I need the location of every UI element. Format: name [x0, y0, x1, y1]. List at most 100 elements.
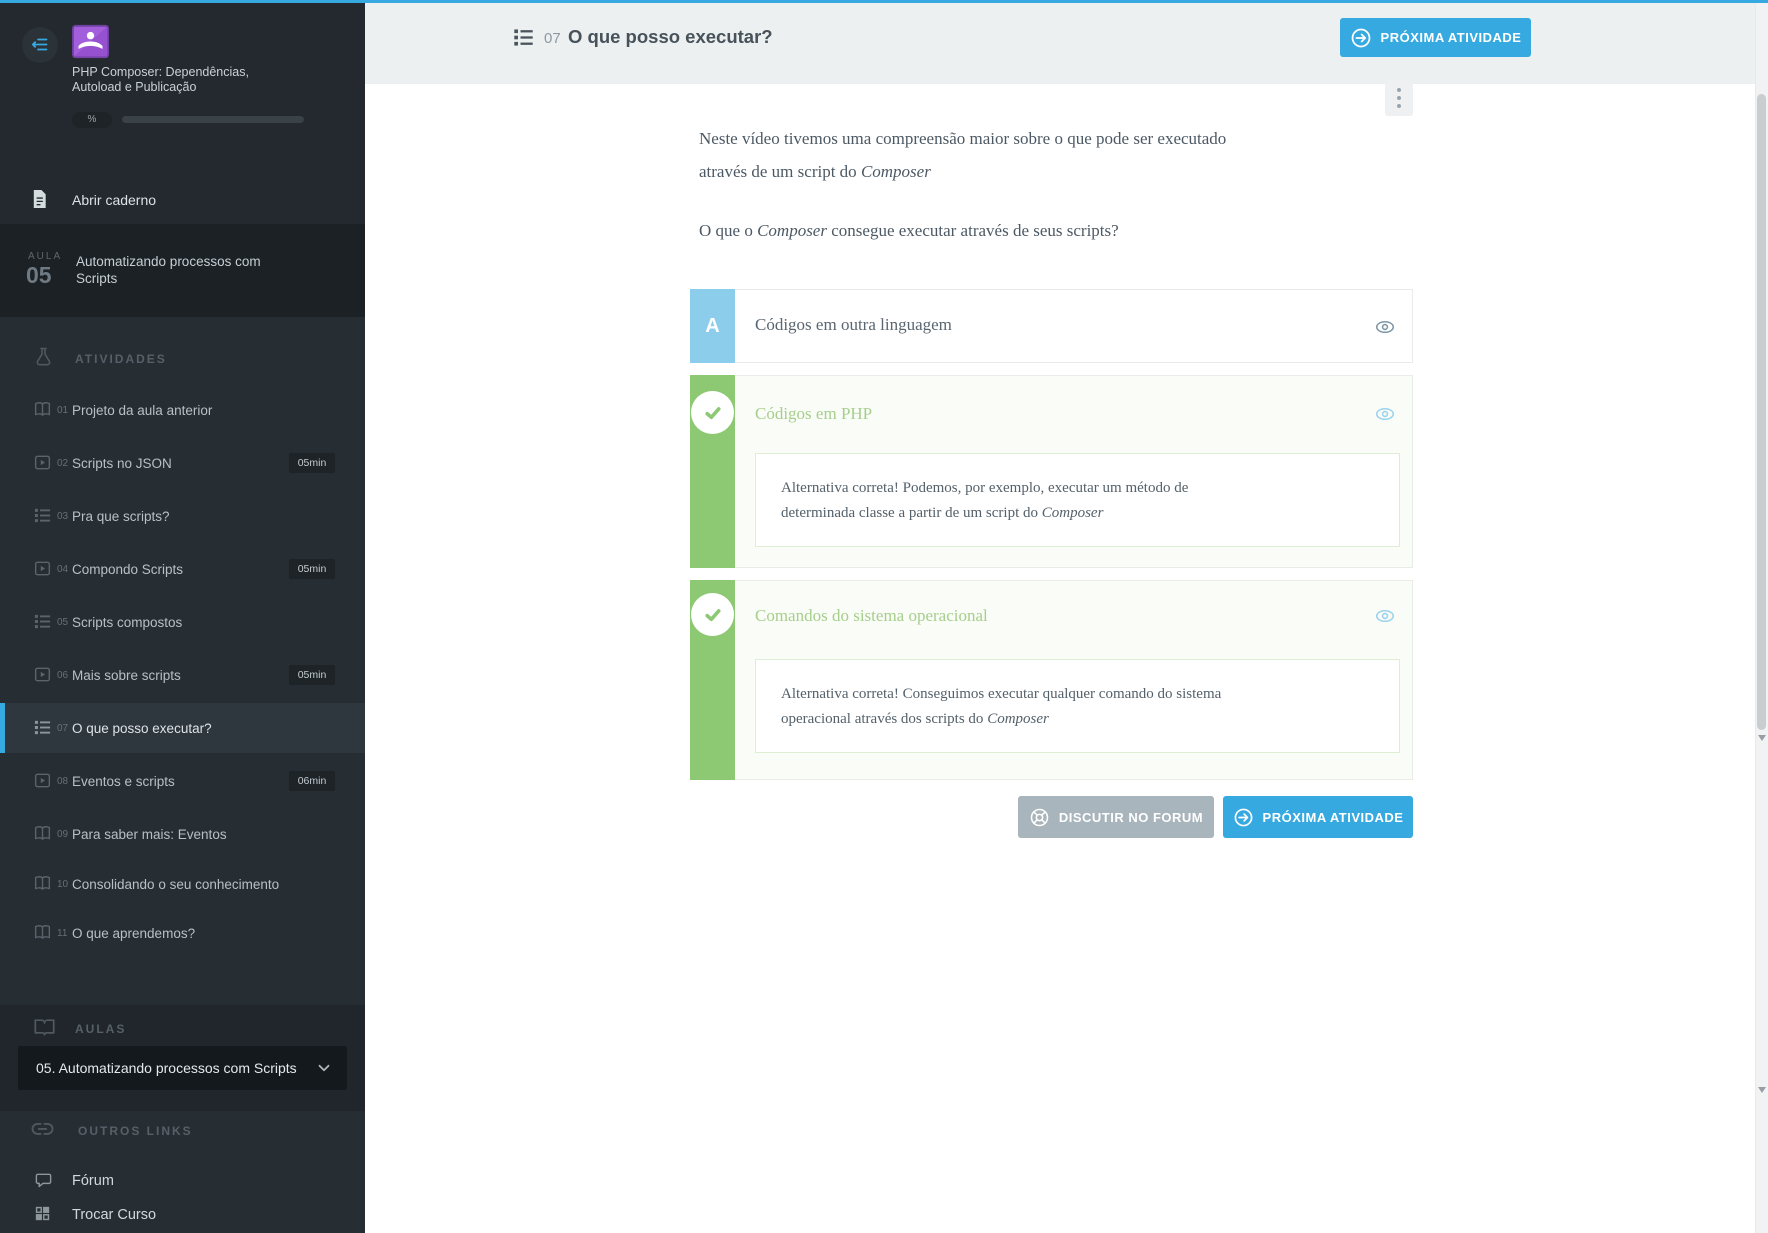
course-sidebar: PHP Composer: Dependências, Autoload e P…	[0, 3, 365, 1233]
top-accent-bar	[0, 0, 1768, 3]
activity-label: Consolidando o seu conhecimento	[72, 877, 279, 892]
sidebar-activity-10[interactable]: 10 Consolidando o seu conhecimento	[0, 873, 365, 897]
grid-icon	[34, 1205, 51, 1222]
activity-number: 08	[57, 776, 68, 787]
lesson-kicker: AULA	[28, 251, 62, 262]
chevron-down-icon	[315, 1059, 333, 1077]
sidebar-activity-01[interactable]: 01 Projeto da aula anterior	[0, 399, 365, 423]
speech-bubble-icon	[34, 1171, 53, 1190]
eye-icon[interactable]	[1374, 605, 1396, 627]
video-icon	[33, 771, 52, 790]
book-icon	[33, 874, 52, 893]
composer-italic: Composer	[757, 221, 827, 240]
notebook-label: Abrir caderno	[72, 192, 156, 208]
next-activity-label: PRÓXIMA ATIVIDADE	[1263, 810, 1404, 825]
activity-label: Para saber mais: Eventos	[72, 827, 227, 842]
collapse-menu-icon	[30, 35, 50, 55]
explanation-box: Alternativa correta! Podemos, por exempl…	[755, 453, 1400, 547]
next-activity-button-bottom[interactable]: PRÓXIMA ATIVIDADE	[1223, 796, 1413, 838]
answer-option-correct-php[interactable]: Códigos em PHP Alternativa correta! Pode…	[690, 375, 1413, 568]
progress-percent-badge: %	[72, 112, 112, 128]
activity-label: Scripts compostos	[72, 615, 182, 630]
activity-label: Compondo Scripts	[72, 562, 183, 577]
lesson-title: Automatizando processos com Scripts	[76, 253, 291, 287]
correct-option-stripe	[690, 580, 735, 780]
option-label: Códigos em PHP	[755, 404, 872, 424]
activity-number: 09	[57, 829, 68, 840]
option-label: Comandos do sistema operacional	[755, 606, 988, 626]
activity-number: 10	[57, 879, 68, 890]
arrow-right-circle-icon	[1233, 807, 1254, 828]
discuss-forum-button[interactable]: DISCUTIR NO FORUM	[1018, 796, 1214, 838]
other-links-section: OUTROS LINKS Fórum Trocar Curso	[0, 1111, 365, 1233]
course-activity-page: PHP Composer: Dependências, Autoload e P…	[0, 0, 1768, 1233]
sidebar-activity-06[interactable]: 06 Mais sobre scripts 05min	[0, 664, 365, 688]
answer-option-correct-os[interactable]: Comandos do sistema operacional Alternat…	[690, 580, 1413, 780]
book-icon	[33, 824, 52, 843]
kebab-dot	[1397, 88, 1401, 92]
notebook-document-icon	[30, 188, 49, 210]
option-letter-badge: A	[690, 289, 735, 363]
book-icon	[33, 923, 52, 942]
composer-italic: Composer	[861, 162, 931, 181]
sidebar-activity-02[interactable]: 02 Scripts no JSON 05min	[0, 452, 365, 476]
next-activity-label: PRÓXIMA ATIVIDADE	[1381, 30, 1522, 45]
list-icon	[33, 612, 52, 631]
activity-label: Eventos e scripts	[72, 774, 175, 789]
duration-badge: 05min	[289, 665, 335, 685]
question-paragraph: Neste vídeo tivemos uma compreensão maio…	[699, 122, 1347, 188]
video-icon	[33, 559, 52, 578]
sidebar-activity-04[interactable]: 04 Compondo Scripts 05min	[0, 558, 365, 582]
flask-icon	[33, 345, 54, 368]
more-options-button[interactable]	[1385, 80, 1413, 116]
lesson-select-dropdown[interactable]: 05. Automatizando processos com Scripts	[18, 1046, 347, 1090]
list-icon	[33, 506, 52, 525]
scroll-down-arrow[interactable]	[1758, 735, 1766, 741]
aulas-section: AULAS 05. Automatizando processos com Sc…	[0, 1005, 365, 1111]
duration-badge: 05min	[289, 453, 335, 473]
aulas-header: AULAS	[75, 1022, 126, 1036]
explanation-text: Alternativa correta! Conseguimos executa…	[781, 682, 1221, 732]
sidebar-activity-09[interactable]: 09 Para saber mais: Eventos	[0, 823, 365, 847]
sidebar-activity-08[interactable]: 08 Eventos e scripts 06min	[0, 770, 365, 794]
sidebar-activity-03[interactable]: 03 Pra que scripts?	[0, 505, 365, 529]
sidebar-course-header: PHP Composer: Dependências, Autoload e P…	[0, 3, 365, 224]
open-book-icon	[33, 1015, 56, 1038]
collapse-sidebar-button[interactable]	[22, 27, 58, 63]
sidebar-activity-05[interactable]: 05 Scripts compostos	[0, 611, 365, 635]
course-logo	[72, 23, 109, 60]
duration-badge: 06min	[289, 771, 335, 791]
sidebar-activity-07-active[interactable]: 07 O que posso executar?	[0, 717, 365, 741]
activity-number: 06	[57, 670, 68, 681]
lifebuoy-forum-icon	[1029, 807, 1050, 828]
activities-header: ATIVIDADES	[75, 352, 167, 366]
eye-icon[interactable]	[1374, 316, 1396, 338]
check-circle-icon	[691, 593, 734, 636]
activity-label: O que posso executar?	[72, 721, 212, 736]
scrollbar-thumb[interactable]	[1757, 94, 1766, 730]
forum-link[interactable]: Fórum	[0, 1169, 365, 1195]
explanation-box: Alternativa correta! Conseguimos executa…	[755, 659, 1400, 753]
sidebar-activity-11[interactable]: 11 O que aprendemos?	[0, 922, 365, 946]
list-icon	[512, 26, 535, 49]
activity-label: O que aprendemos?	[72, 926, 195, 941]
page-title: O que posso executar?	[568, 26, 773, 48]
links-header: OUTROS LINKS	[78, 1124, 193, 1138]
lesson-number: 05	[26, 262, 52, 289]
activity-label: Projeto da aula anterior	[72, 403, 212, 418]
video-icon	[33, 453, 52, 472]
change-course-link[interactable]: Trocar Curso	[0, 1203, 365, 1229]
activity-number: 05	[57, 617, 68, 628]
kebab-dot	[1397, 96, 1401, 100]
course-title: PHP Composer: Dependências, Autoload e P…	[72, 65, 249, 95]
next-activity-button-top[interactable]: PRÓXIMA ATIVIDADE	[1340, 18, 1531, 57]
eye-icon[interactable]	[1374, 403, 1396, 425]
activity-label: Pra que scripts?	[72, 509, 170, 524]
forum-button-label: DISCUTIR NO FORUM	[1059, 810, 1203, 825]
scroll-down-arrow[interactable]	[1758, 1087, 1766, 1093]
open-notebook-link[interactable]: Abrir caderno	[0, 179, 365, 223]
video-icon	[33, 665, 52, 684]
activity-number: 02	[57, 458, 68, 469]
activity-header: 07 O que posso executar? PRÓXIMA ATIVIDA…	[365, 3, 1768, 84]
answer-option-a[interactable]: A Códigos em outra linguagem	[690, 289, 1413, 363]
